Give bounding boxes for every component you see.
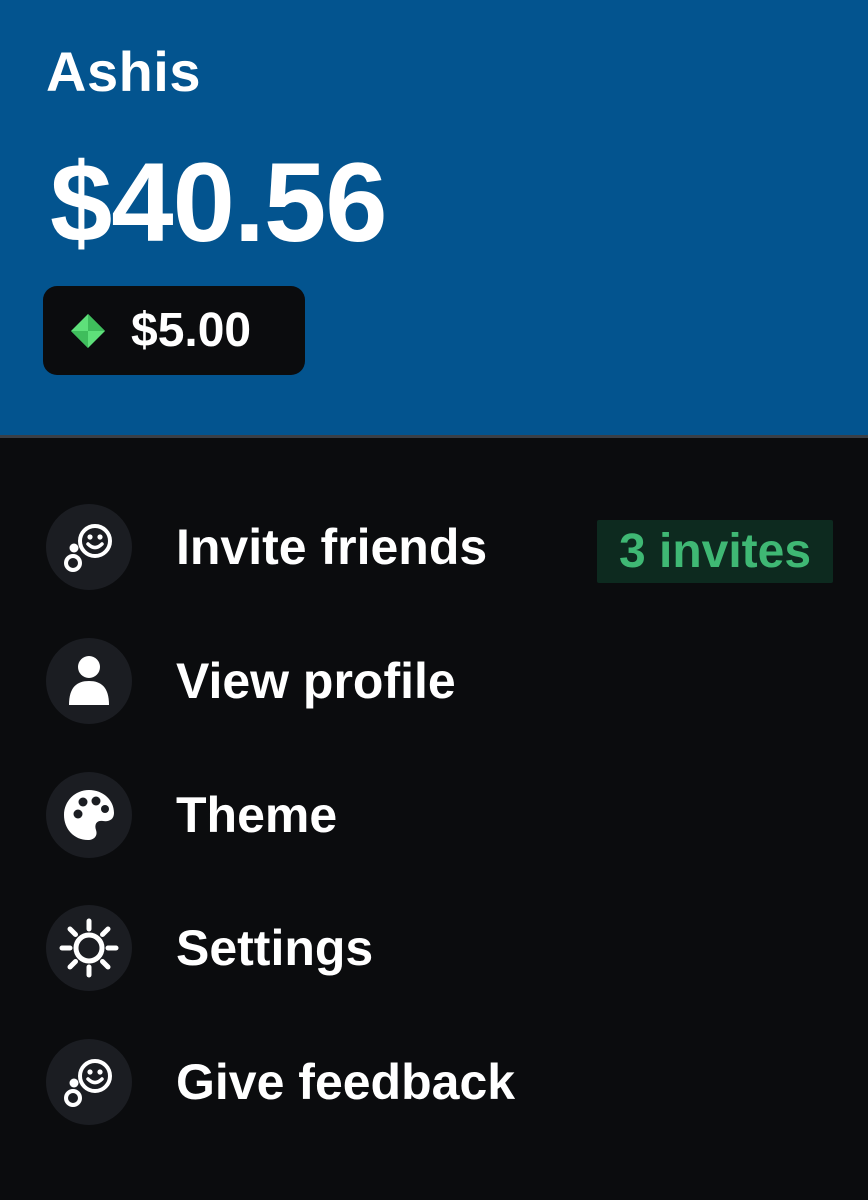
smiley-group-icon (64, 1059, 112, 1107)
menu-item-label: Theme (176, 787, 338, 843)
person-icon (69, 656, 109, 705)
menu-item-label: Invite friends (176, 519, 488, 575)
icon-circle (46, 504, 132, 590)
menu-item-settings[interactable]: Settings (0, 897, 868, 1007)
account-header: Ashis $40.56 $5.00 (0, 0, 868, 438)
menu-item-theme[interactable]: Theme (0, 764, 868, 874)
menu-item-label: Settings (176, 920, 374, 976)
icon-circle (46, 905, 132, 991)
icon-circle (46, 772, 132, 858)
smiley-group-icon (64, 524, 112, 572)
icon-circle (46, 1039, 132, 1125)
account-balance: $40.56 (50, 140, 388, 265)
invites-badge: 3 invites (597, 520, 833, 583)
user-name: Ashis (46, 40, 201, 103)
diamond-icon (71, 313, 105, 348)
menu-item-label: Give feedback (176, 1054, 516, 1110)
reward-amount: $5.00 (131, 303, 252, 357)
menu-item-give-feedback[interactable]: Give feedback (0, 1031, 868, 1141)
reward-balance-pill[interactable]: $5.00 (43, 286, 305, 375)
menu-item-view-profile[interactable]: View profile (0, 630, 868, 740)
palette-icon (64, 790, 114, 840)
icon-circle (46, 638, 132, 724)
gear-icon (59, 918, 119, 978)
menu-item-label: View profile (176, 653, 456, 709)
